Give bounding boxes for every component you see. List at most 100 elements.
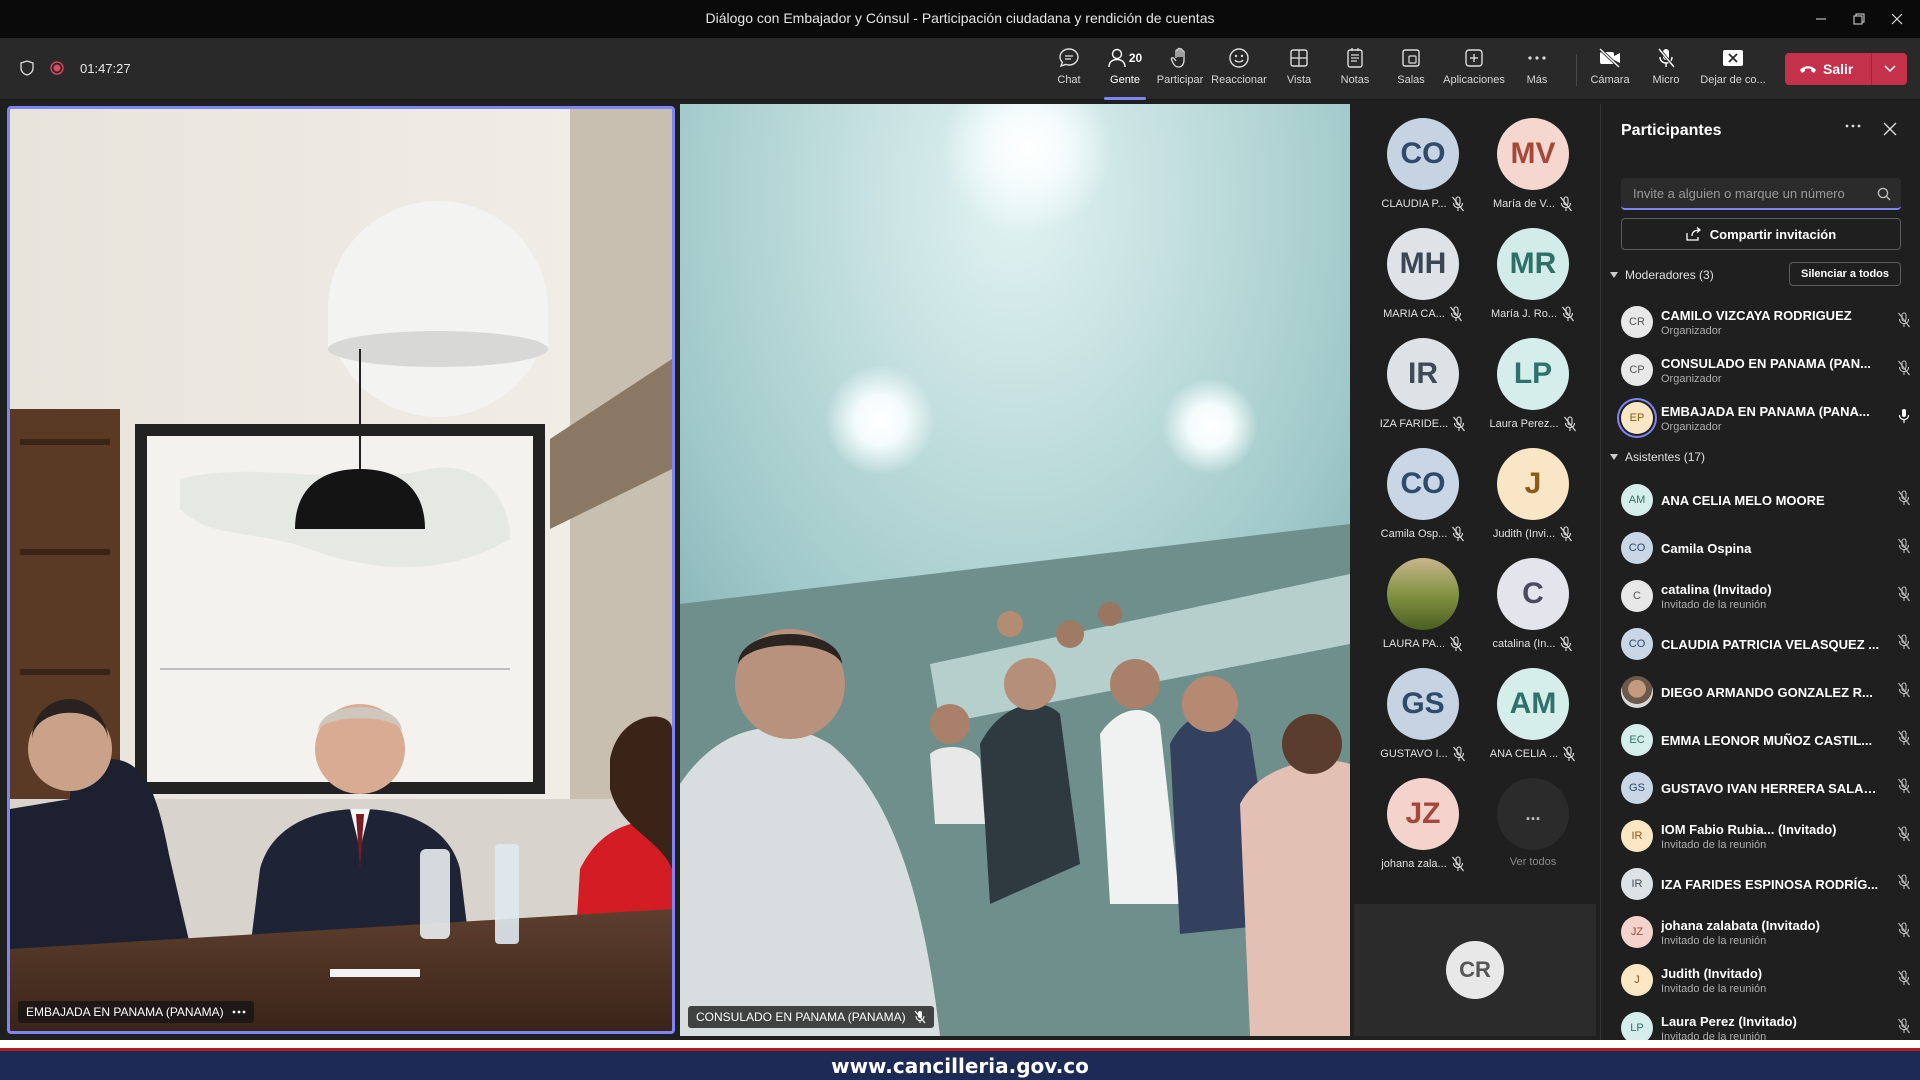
mic-off-icon [1562, 746, 1576, 762]
gallery-tile[interactable]: J Judith (Invi... [1478, 448, 1588, 552]
camera-label: Cámara [1590, 74, 1630, 86]
apps-button[interactable]: Aplicaciones [1443, 46, 1505, 96]
leave-button[interactable]: Salir [1785, 53, 1907, 85]
notes-button[interactable]: Notas [1326, 46, 1384, 96]
notes-icon [1346, 46, 1364, 70]
chat-icon [1058, 46, 1080, 70]
react-label: Reaccionar [1211, 74, 1267, 86]
title-bar: Diálogo con Embajador y Cónsul - Partici… [0, 0, 1920, 38]
people-button[interactable]: 20 Gente [1096, 46, 1154, 100]
mic-off-icon [1897, 922, 1911, 938]
gallery-tile[interactable]: JZ johana zala... [1368, 778, 1478, 882]
participant-row[interactable]: DIEGO ARMANDO GONZALEZ R... [1621, 670, 1911, 714]
mic-off-icon [1561, 306, 1575, 322]
participant-info: EMMA LEONOR MUÑOZ CASTIL... [1661, 733, 1881, 748]
view-button[interactable]: Vista [1270, 46, 1328, 96]
mic-off-icon [1562, 306, 1574, 322]
self-video-tile[interactable]: CR [1354, 904, 1596, 1036]
mic-off-icon [1898, 826, 1910, 842]
mic-off-icon [1656, 46, 1676, 70]
participant-row[interactable]: JZ johana zalabata (Invitado) Invitado de … [1621, 910, 1911, 954]
mic-off-icon [1559, 196, 1573, 212]
participant-row[interactable]: IR IOM Fabio Rubia... (Invitado) Invitado … [1621, 814, 1911, 858]
participant-row[interactable]: AM ANA CELIA MELO MOORE [1621, 478, 1911, 522]
gallery-tile[interactable]: Ccatalina (In... [1478, 558, 1588, 662]
participant-name: catalina (In... [1492, 638, 1556, 650]
participant-row[interactable]: CO CLAUDIA PATRICIA VELASQUEZ ... [1621, 622, 1911, 666]
gallery-tile-name: María de V... [1478, 196, 1588, 212]
broadcast-footer: www.cancilleria.gov.co [0, 1040, 1920, 1080]
gallery-tile[interactable]: MH MARIA CA... [1368, 228, 1478, 332]
mic-off-icon [1560, 526, 1573, 542]
mic-off-icon [1563, 746, 1576, 762]
mic-button[interactable]: Micro [1637, 46, 1695, 96]
stop-sharing-button[interactable]: Dejar de co... [1700, 46, 1766, 96]
gallery-tile[interactable]: AM ANA CELIA ... [1478, 668, 1588, 772]
participant-row[interactable]: Ccatalina (Invitado) Invitado de la reuni… [1621, 574, 1911, 618]
audience-room-video [680, 104, 1350, 1036]
participant-row[interactable]: CO Camila Ospina [1621, 526, 1911, 570]
video-tile-embajada[interactable]: EMBAJADA EN PANAMA (PANAMA) [7, 106, 675, 1034]
leave-options-button[interactable] [1872, 65, 1907, 73]
footer-url: www.cancilleria.gov.co [831, 1053, 1089, 1078]
participant-row[interactable]: EC EMMA LEONOR MUÑOZ CASTIL... [1621, 718, 1911, 762]
mic-label: Micro [1652, 74, 1680, 86]
mic-off-icon [1452, 526, 1465, 542]
more-button[interactable]: Más [1508, 46, 1566, 96]
avatar: CO [1621, 628, 1653, 660]
mic-off-icon [1898, 874, 1910, 890]
avatar: ... [1497, 778, 1569, 850]
mic-off-icon [1451, 856, 1464, 872]
participant-name: GUSTAVO IVAN HERRERA SALAZ... [1661, 780, 1881, 796]
gallery-tile[interactable]: CO CLAUDIA P... [1368, 118, 1478, 222]
participant-info: Judith (Invitado) Invitado de la reunión [1661, 966, 1881, 995]
mic-off-icon [1897, 682, 1911, 698]
participant-name: ANA CELIA MELO MOORE [1661, 492, 1825, 508]
participant-name: johana zalabata (Invitado) [1661, 917, 1820, 933]
react-button[interactable]: Reaccionar [1210, 46, 1268, 96]
restore-button[interactable] [1846, 6, 1872, 32]
participant-name: CLAUDIA P... [1381, 198, 1447, 210]
hand-icon [1170, 46, 1190, 70]
participant-row[interactable]: GS GUSTAVO IVAN HERRERA SALAZ... [1621, 766, 1911, 810]
mic-off-icon [1898, 682, 1910, 698]
gallery-tile[interactable]: LP Laura Perez... [1478, 338, 1588, 442]
leave-main[interactable]: Salir [1785, 61, 1871, 77]
participant-name: catalina (Invitado) [1661, 581, 1772, 597]
participant-row[interactable]: IR IZA FARIDES ESPINOSA RODRÍG... [1621, 862, 1911, 906]
participant-row[interactable]: J Judith (Invitado) Invitado de la reunión [1621, 958, 1911, 1002]
gallery-tile[interactable]: GS GUSTAVO I... [1368, 668, 1478, 772]
smiley-icon [1228, 46, 1250, 70]
mic-off-icon [1898, 1018, 1910, 1034]
mic-off-icon [1559, 526, 1573, 542]
avatar: IR [1621, 868, 1653, 900]
mic-off-icon [1897, 538, 1911, 554]
view-label: Vista [1286, 74, 1312, 86]
mic-off-icon [1449, 306, 1462, 322]
gallery-tile[interactable]: MR María J. Ro... [1478, 228, 1588, 332]
video-tile-consulado[interactable]: CONSULADO EN PANAMA (PANAMA) [680, 104, 1350, 1036]
gallery-tile[interactable]: ... Ver todos [1478, 778, 1588, 882]
participant-name: EMBAJADA EN PANAMA (PANAMA) [26, 1005, 224, 1019]
mic-off-icon [1897, 778, 1911, 794]
raise-hand-button[interactable]: Participar [1151, 46, 1209, 96]
avatar: GS [1621, 772, 1653, 804]
gallery-tile[interactable]: LAURA PA... [1368, 558, 1478, 662]
gallery-tile[interactable]: CO Camila Osp... [1368, 448, 1478, 552]
gallery-tile[interactable]: IR IZA FARIDE... [1368, 338, 1478, 442]
people-count: 20 [1128, 51, 1143, 65]
hang-up-icon [1800, 66, 1816, 73]
camera-button[interactable]: Cámara [1581, 46, 1639, 96]
gallery-tile[interactable]: MV María de V... [1478, 118, 1588, 222]
more-options-icon[interactable] [232, 1010, 246, 1014]
minimize-button[interactable] [1808, 6, 1834, 32]
gallery-tile-name: catalina (In... [1478, 636, 1588, 652]
rooms-button[interactable]: Salas [1382, 46, 1440, 96]
participant-row[interactable]: LP Laura Perez (Invitado) Invitado de la r… [1621, 1006, 1911, 1040]
chat-button[interactable]: Chat [1040, 46, 1098, 96]
close-window-button[interactable] [1884, 6, 1910, 32]
mic-off-icon [1563, 416, 1576, 432]
gallery-tile-name: MARIA CA... [1368, 306, 1478, 322]
rooms-label: Salas [1397, 74, 1425, 86]
participant-info: IZA FARIDES ESPINOSA RODRÍG... [1661, 877, 1881, 892]
